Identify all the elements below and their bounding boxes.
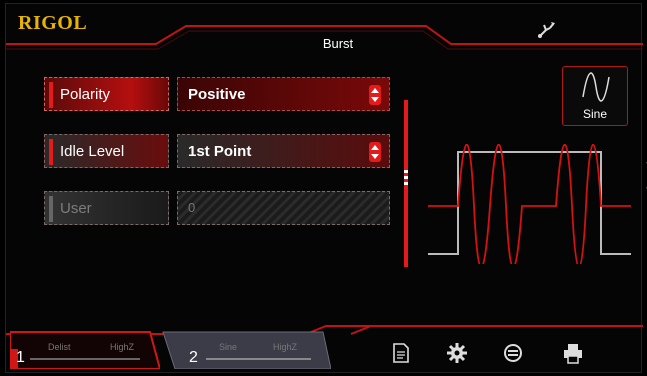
document-icon[interactable] xyxy=(390,342,412,364)
channel-1-tab[interactable]: 1 Delist HighZ xyxy=(10,329,160,369)
polarity-label-box[interactable]: Polarity xyxy=(44,77,169,111)
channel-1-mode: Delist xyxy=(48,342,71,352)
channel-1-number: 1 xyxy=(16,349,25,366)
scrollbar-thumb[interactable] xyxy=(402,167,410,195)
channel-1-load: HighZ xyxy=(110,342,135,352)
printer-icon[interactable] xyxy=(562,342,584,364)
channel-2-mode: Sine xyxy=(219,342,238,352)
idle-level-row[interactable]: Idle Level 1st Point xyxy=(44,134,390,168)
sine-wave-icon xyxy=(582,72,610,102)
channel-2-number: 2 xyxy=(189,349,198,366)
updown-arrow-icon[interactable] xyxy=(369,142,381,162)
selection-indicator xyxy=(49,82,53,108)
screen-frame: RIGOL Burst Polarity Positive Idle Level… xyxy=(5,3,647,373)
waveform-type-label: Sine xyxy=(582,107,608,121)
page-title: Burst xyxy=(322,36,354,51)
burst-waveform-preview xyxy=(428,144,631,264)
user-label-box: User xyxy=(44,191,169,225)
gear-icon[interactable] xyxy=(446,342,468,364)
row-indicator xyxy=(49,196,53,222)
chevron-right-icon[interactable]: ❯ xyxy=(642,158,647,189)
user-row: User 0 xyxy=(44,191,390,225)
row-indicator xyxy=(49,139,53,165)
user-label: User xyxy=(60,200,92,217)
sync-icon[interactable] xyxy=(502,342,524,364)
brand-logo: RIGOL xyxy=(18,12,88,34)
polarity-label: Polarity xyxy=(60,86,111,103)
polarity-row[interactable]: Polarity Positive xyxy=(44,77,390,111)
user-value: 0 xyxy=(188,200,196,215)
idle-level-label: Idle Level xyxy=(60,143,125,160)
channel-2-tab[interactable]: 2 Sine HighZ xyxy=(161,329,331,369)
waveform-type-button[interactable]: Sine xyxy=(562,66,628,126)
idle-level-select[interactable]: 1st Point xyxy=(177,134,390,168)
updown-arrow-icon[interactable] xyxy=(369,85,381,105)
polarity-value: Positive xyxy=(188,86,246,103)
channel-2-load: HighZ xyxy=(273,342,298,352)
polarity-select[interactable]: Positive xyxy=(177,77,390,111)
usb-icon xyxy=(538,22,555,38)
idle-level-label-box[interactable]: Idle Level xyxy=(44,134,169,168)
user-value-field: 0 xyxy=(177,191,390,225)
idle-level-value: 1st Point xyxy=(188,143,252,160)
